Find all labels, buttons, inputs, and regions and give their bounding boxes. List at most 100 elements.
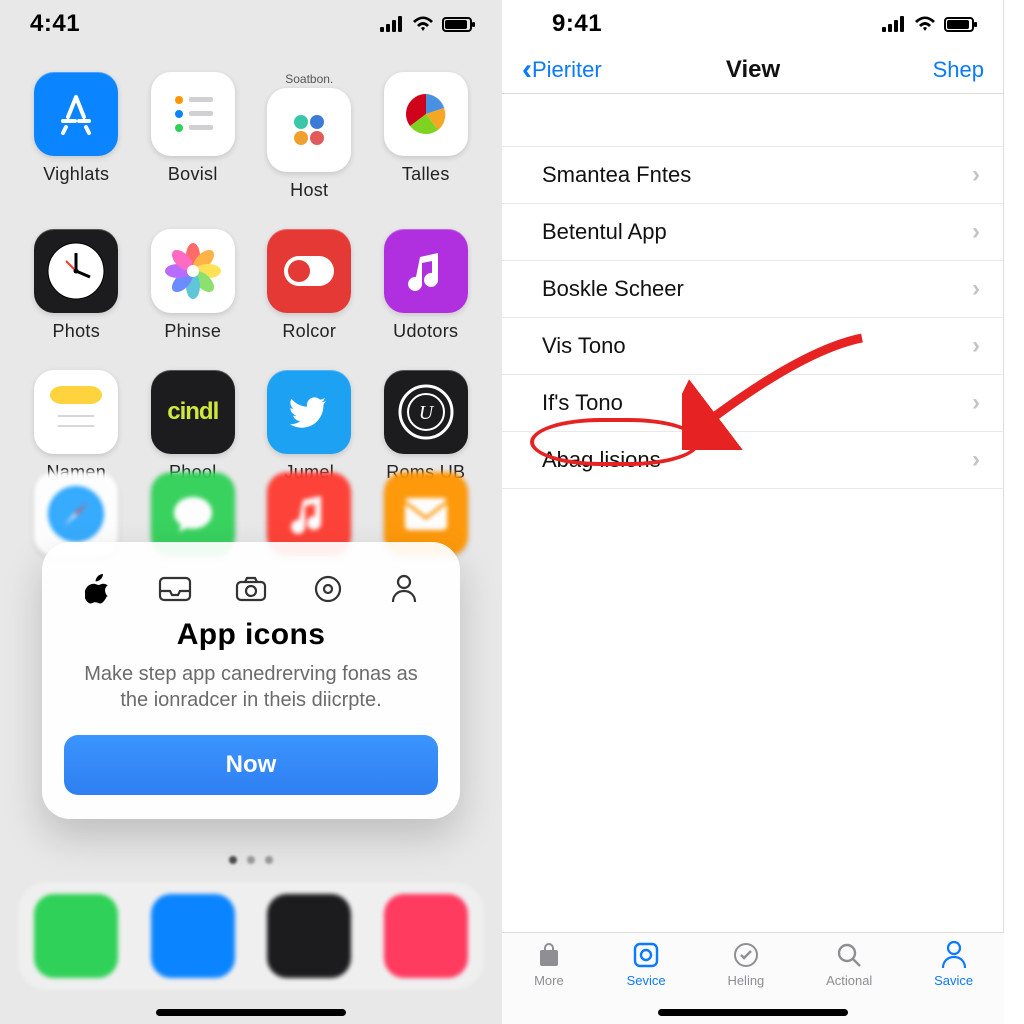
wifi-icon — [412, 16, 434, 32]
check-icon — [730, 941, 762, 969]
person-icon — [938, 941, 970, 969]
tab-sevice[interactable]: Sevice — [627, 941, 666, 988]
tab-savice[interactable]: Savice — [934, 941, 973, 988]
tab-actional[interactable]: Actional — [826, 941, 872, 988]
popup-icon-row — [64, 564, 438, 612]
chevron-right-icon: › — [972, 446, 980, 474]
app-phool[interactable]: cindl Phool — [145, 370, 242, 483]
left-phone: 4:41 Vighlats Bovisl Soatbon. Host Talles… — [0, 0, 502, 1024]
app-label: Talles — [402, 164, 450, 185]
battery-icon — [442, 17, 472, 32]
app-label: Host — [290, 180, 328, 201]
chevron-left-icon: ‹ — [522, 55, 532, 85]
row-label: If's Tono — [542, 390, 623, 416]
chevron-right-icon: › — [972, 275, 980, 303]
tray-icon[interactable] — [155, 574, 195, 604]
nav-action-button[interactable]: Shep — [933, 57, 984, 83]
row-label: Betentul App — [542, 219, 667, 245]
app-label: Phots — [52, 321, 100, 342]
list-row[interactable]: If's Tono › — [502, 375, 1004, 432]
page-indicator[interactable] — [0, 856, 502, 864]
clock-icon — [34, 229, 118, 313]
app-namen[interactable]: Namen — [28, 370, 125, 483]
cellular-icon — [882, 16, 906, 32]
nav-title: View — [726, 56, 780, 84]
app-label: Bovisl — [168, 164, 218, 185]
app-phinse[interactable]: Phinse — [145, 229, 242, 342]
app-roms ub[interactable]: U Roms UB — [378, 370, 475, 483]
right-phone: 9:41 ‹ Pieriter View Shep Smantea Fntes ›… — [502, 0, 1004, 1024]
app-label: Vighlats — [43, 164, 109, 185]
popup-card: App icons Make step app canedrerving fon… — [42, 542, 460, 819]
list-row[interactable]: Vis Tono › — [502, 318, 1004, 375]
app-host[interactable]: Soatbon. Host — [261, 72, 358, 201]
app-udotors[interactable]: Udotors — [378, 229, 475, 342]
search-icon — [833, 941, 865, 969]
svg-text:U: U — [419, 402, 435, 424]
toggle-icon — [267, 229, 351, 313]
list-row[interactable]: Smantea Fntes › — [502, 146, 1004, 204]
tab-label: Savice — [934, 973, 973, 988]
target-icon[interactable] — [308, 574, 348, 604]
reminders-icon — [151, 72, 235, 156]
pie-icon — [384, 72, 468, 156]
row-label: Vis Tono — [542, 333, 626, 359]
tab-heling[interactable]: Heling — [727, 941, 764, 988]
home-indicator[interactable] — [156, 1009, 346, 1016]
row-label: Smantea Fntes — [542, 162, 691, 188]
home-app-grid: Vighlats Bovisl Soatbon. Host Talles Phot… — [0, 72, 502, 483]
app-rolcor[interactable]: Rolcor — [261, 229, 358, 342]
chevron-right-icon: › — [972, 161, 980, 189]
row-label: Abag lisions — [542, 447, 661, 473]
dock — [18, 882, 484, 990]
back-button[interactable]: ‹ Pieriter — [522, 55, 602, 85]
list-row[interactable]: Boskle Scheer › — [502, 261, 1004, 318]
camera-icon[interactable] — [231, 574, 271, 604]
back-label: Pieriter — [532, 57, 602, 83]
tab-label: Sevice — [627, 973, 666, 988]
status-time: 4:41 — [30, 10, 80, 38]
square-o-icon — [630, 941, 662, 969]
battery-icon — [944, 17, 974, 32]
app-jumel[interactable]: Jumel — [261, 370, 358, 483]
list-row[interactable]: Abag lisions › — [502, 432, 1004, 489]
app-bovisl[interactable]: Bovisl — [145, 72, 242, 201]
app-label: Rolcor — [282, 321, 336, 342]
popup-title: App icons — [64, 618, 438, 652]
person-icon[interactable] — [384, 574, 424, 604]
settings-list: Smantea Fntes›Betentul App›Boskle Scheer… — [502, 146, 1004, 489]
notes-icon — [34, 370, 118, 454]
tab-label: More — [534, 973, 564, 988]
app-phots[interactable]: Phots — [28, 229, 125, 342]
app-label: Udotors — [393, 321, 458, 342]
seal-icon: U — [384, 370, 468, 454]
appstore-icon — [34, 72, 118, 156]
chevron-right-icon: › — [972, 389, 980, 417]
popup-primary-button[interactable]: Now — [64, 735, 438, 795]
tab-more[interactable]: More — [533, 941, 565, 988]
status-time: 9:41 — [552, 10, 602, 38]
cindl-icon: cindl — [151, 370, 235, 454]
bag-icon — [533, 941, 565, 969]
app-label: Phinse — [164, 321, 221, 342]
status-bar: 9:41 — [502, 0, 1004, 46]
status-bar: 4:41 — [0, 0, 502, 46]
popup-body: Make step app canedrerving fonas as the … — [64, 662, 438, 713]
flower-icon — [151, 229, 235, 313]
wifi-icon — [914, 16, 936, 32]
tab-label: Actional — [826, 973, 872, 988]
chevron-right-icon: › — [972, 218, 980, 246]
tab-label: Heling — [727, 973, 764, 988]
dots-icon — [267, 88, 351, 172]
home-indicator[interactable] — [658, 1009, 848, 1016]
cellular-icon — [380, 16, 404, 32]
nav-bar: ‹ Pieriter View Shep — [502, 46, 1004, 94]
list-row[interactable]: Betentul App › — [502, 204, 1004, 261]
apple-icon[interactable] — [78, 574, 118, 604]
app-talles[interactable]: Talles — [378, 72, 475, 201]
row-label: Boskle Scheer — [542, 276, 684, 302]
chevron-right-icon: › — [972, 332, 980, 360]
app-vighlats[interactable]: Vighlats — [28, 72, 125, 201]
twitter-icon — [267, 370, 351, 454]
music-icon — [384, 229, 468, 313]
